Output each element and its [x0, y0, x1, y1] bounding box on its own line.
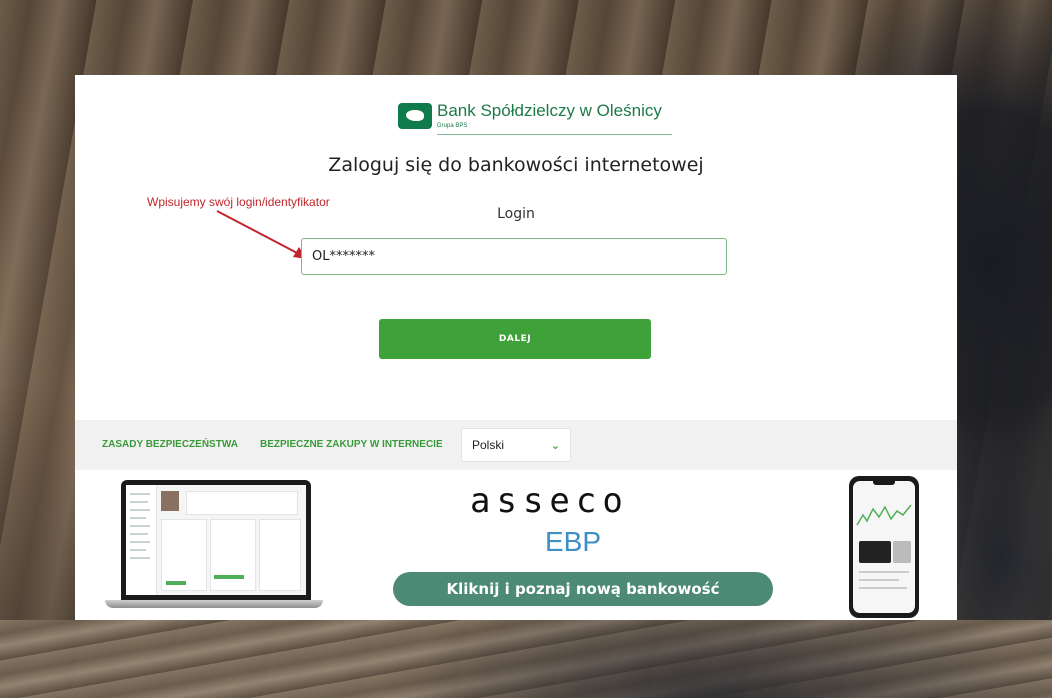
login-input[interactable] [301, 238, 727, 275]
asseco-logo: asseco [470, 481, 629, 521]
laptop-illustration [105, 480, 323, 620]
bank-name: Bank Spółdzielczy w Oleśnicy [437, 101, 662, 120]
logo-underline [437, 134, 672, 135]
bank-group: Grupa BPS [437, 123, 468, 129]
security-rules-link[interactable]: ZASADY BEZPIECZEŃSTWA [102, 439, 238, 450]
next-button[interactable]: DALEJ [379, 319, 651, 359]
promo-banner[interactable]: asseco EBP Kliknij i poznaj nową bankowo… [75, 470, 957, 620]
discover-new-banking-button[interactable]: Kliknij i poznaj nową bankowość [393, 572, 773, 606]
language-select[interactable]: Polski ⌄ [461, 428, 571, 462]
chevron-down-icon: ⌄ [550, 438, 560, 452]
safe-shopping-link[interactable]: BEZPIECZNE ZAKUPY W INTERNECIE [260, 439, 443, 450]
ebp-label: EBP [545, 526, 602, 557]
phone-illustration [849, 476, 919, 618]
chart-graphic [856, 504, 912, 526]
bank-logo[interactable]: Bank Spółdzielczy w Oleśnicy Grupa BPS [398, 101, 672, 135]
background-photo-bottom [0, 620, 1052, 698]
bank-logo-icon [398, 103, 432, 129]
footer-bar: ZASADY BEZPIECZEŃSTWA BEZPIECZNE ZAKUPY … [75, 420, 957, 470]
page-title: Zaloguj się do bankowości internetowej [328, 154, 704, 176]
login-label: Login [497, 206, 535, 222]
login-card: Bank Spółdzielczy w Oleśnicy Grupa BPS Z… [75, 75, 957, 420]
language-selected: Polski [472, 438, 505, 452]
